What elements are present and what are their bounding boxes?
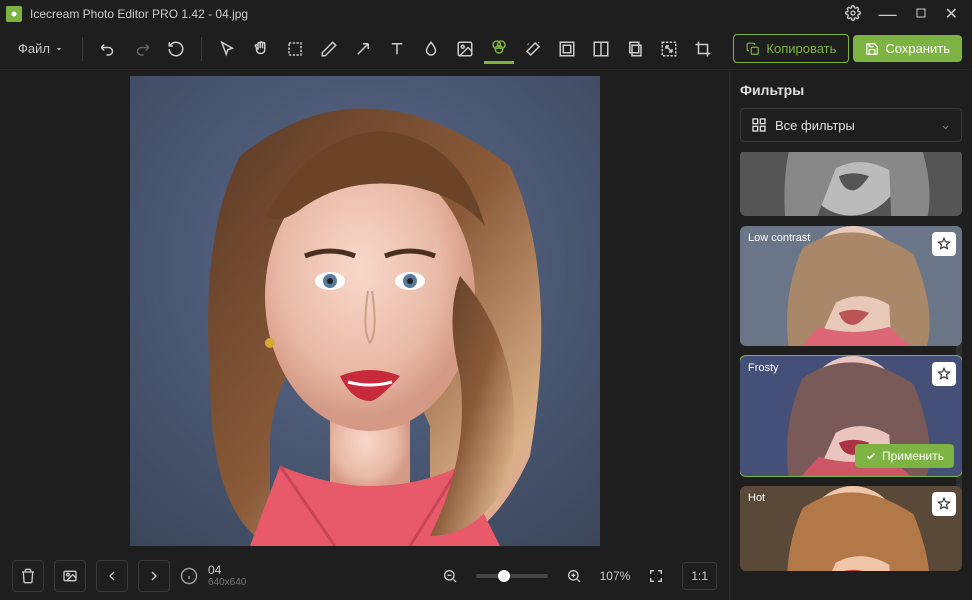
apply-label: Применить (882, 449, 944, 463)
maximize-icon[interactable] (915, 6, 927, 22)
pointer-tool[interactable] (212, 34, 242, 64)
dimensions: 640x640 (208, 577, 246, 589)
redo-button[interactable] (127, 34, 157, 64)
minimize-icon[interactable]: — (879, 10, 897, 18)
marquee-tool[interactable] (280, 34, 310, 64)
next-button[interactable] (138, 560, 170, 592)
filter-card[interactable] (740, 152, 962, 216)
separator (201, 37, 202, 61)
prev-button[interactable] (96, 560, 128, 592)
filter-label: Frosty (748, 362, 779, 374)
copy-button[interactable]: Копировать (733, 34, 849, 63)
favorite-button[interactable] (932, 232, 956, 256)
sidebar: Фильтры Все фильтры ⌄ Low contrast (729, 70, 972, 600)
collage-tool[interactable] (620, 34, 650, 64)
file-info: 04 640x640 (180, 563, 424, 589)
filename: 04 (208, 563, 246, 577)
blur-tool[interactable] (416, 34, 446, 64)
magic-tool[interactable] (518, 34, 548, 64)
filters-dropdown[interactable]: Все фильтры ⌄ (740, 108, 962, 142)
image-tool[interactable] (450, 34, 480, 64)
settings-icon[interactable] (845, 5, 861, 24)
separator (82, 37, 83, 61)
canvas[interactable] (0, 70, 729, 552)
pencil-tool[interactable] (314, 34, 344, 64)
filter-card[interactable]: Hot (740, 486, 962, 571)
filters-tool[interactable] (484, 34, 514, 64)
filter-label: Hot (748, 492, 765, 504)
filter-card-selected[interactable]: Frosty Применить (740, 356, 962, 476)
layout-tool[interactable] (586, 34, 616, 64)
window-title: Icecream Photo Editor PRO 1.42 - 04.jpg (30, 7, 845, 21)
sidebar-title: Фильтры (740, 82, 962, 98)
chevron-down-icon: ⌄ (940, 117, 951, 133)
statusbar: 04 640x640 107% 1:1 (0, 552, 729, 600)
delete-button[interactable] (12, 560, 44, 592)
zoom-in-button[interactable] (558, 560, 590, 592)
zoom-slider[interactable] (476, 574, 548, 578)
filter-card[interactable]: Low contrast (740, 226, 962, 346)
arrow-tool[interactable] (348, 34, 378, 64)
favorite-button[interactable] (932, 492, 956, 516)
fullscreen-button[interactable] (640, 560, 672, 592)
photo-preview (130, 76, 600, 546)
favorite-button[interactable] (932, 362, 956, 386)
apply-button[interactable]: Применить (855, 444, 954, 468)
toolbar: Файл Копировать Сохранить (0, 28, 972, 70)
dropdown-selected: Все фильтры (775, 118, 855, 133)
filters-list: Low contrast Frosty Применить (740, 152, 962, 600)
frame-tool[interactable] (552, 34, 582, 64)
close-icon[interactable]: ✕ (945, 4, 958, 24)
titlebar: Icecream Photo Editor PRO 1.42 - 04.jpg … (0, 0, 972, 28)
file-menu-label: Файл (18, 41, 50, 56)
app-icon (6, 6, 22, 22)
ratio-button[interactable]: 1:1 (682, 562, 717, 590)
crop-tool[interactable] (688, 34, 718, 64)
text-tool[interactable] (382, 34, 412, 64)
filter-label: Low contrast (748, 232, 810, 244)
resize-tool[interactable] (654, 34, 684, 64)
zoom-value: 107% (600, 569, 631, 583)
file-menu[interactable]: Файл (10, 36, 72, 61)
zoom-out-button[interactable] (434, 560, 466, 592)
undo-button[interactable] (93, 34, 123, 64)
hand-tool[interactable] (246, 34, 276, 64)
save-button[interactable]: Сохранить (853, 35, 962, 62)
reset-button[interactable] (161, 34, 191, 64)
gallery-button[interactable] (54, 560, 86, 592)
save-label: Сохранить (885, 41, 950, 56)
copy-label: Копировать (766, 41, 836, 56)
